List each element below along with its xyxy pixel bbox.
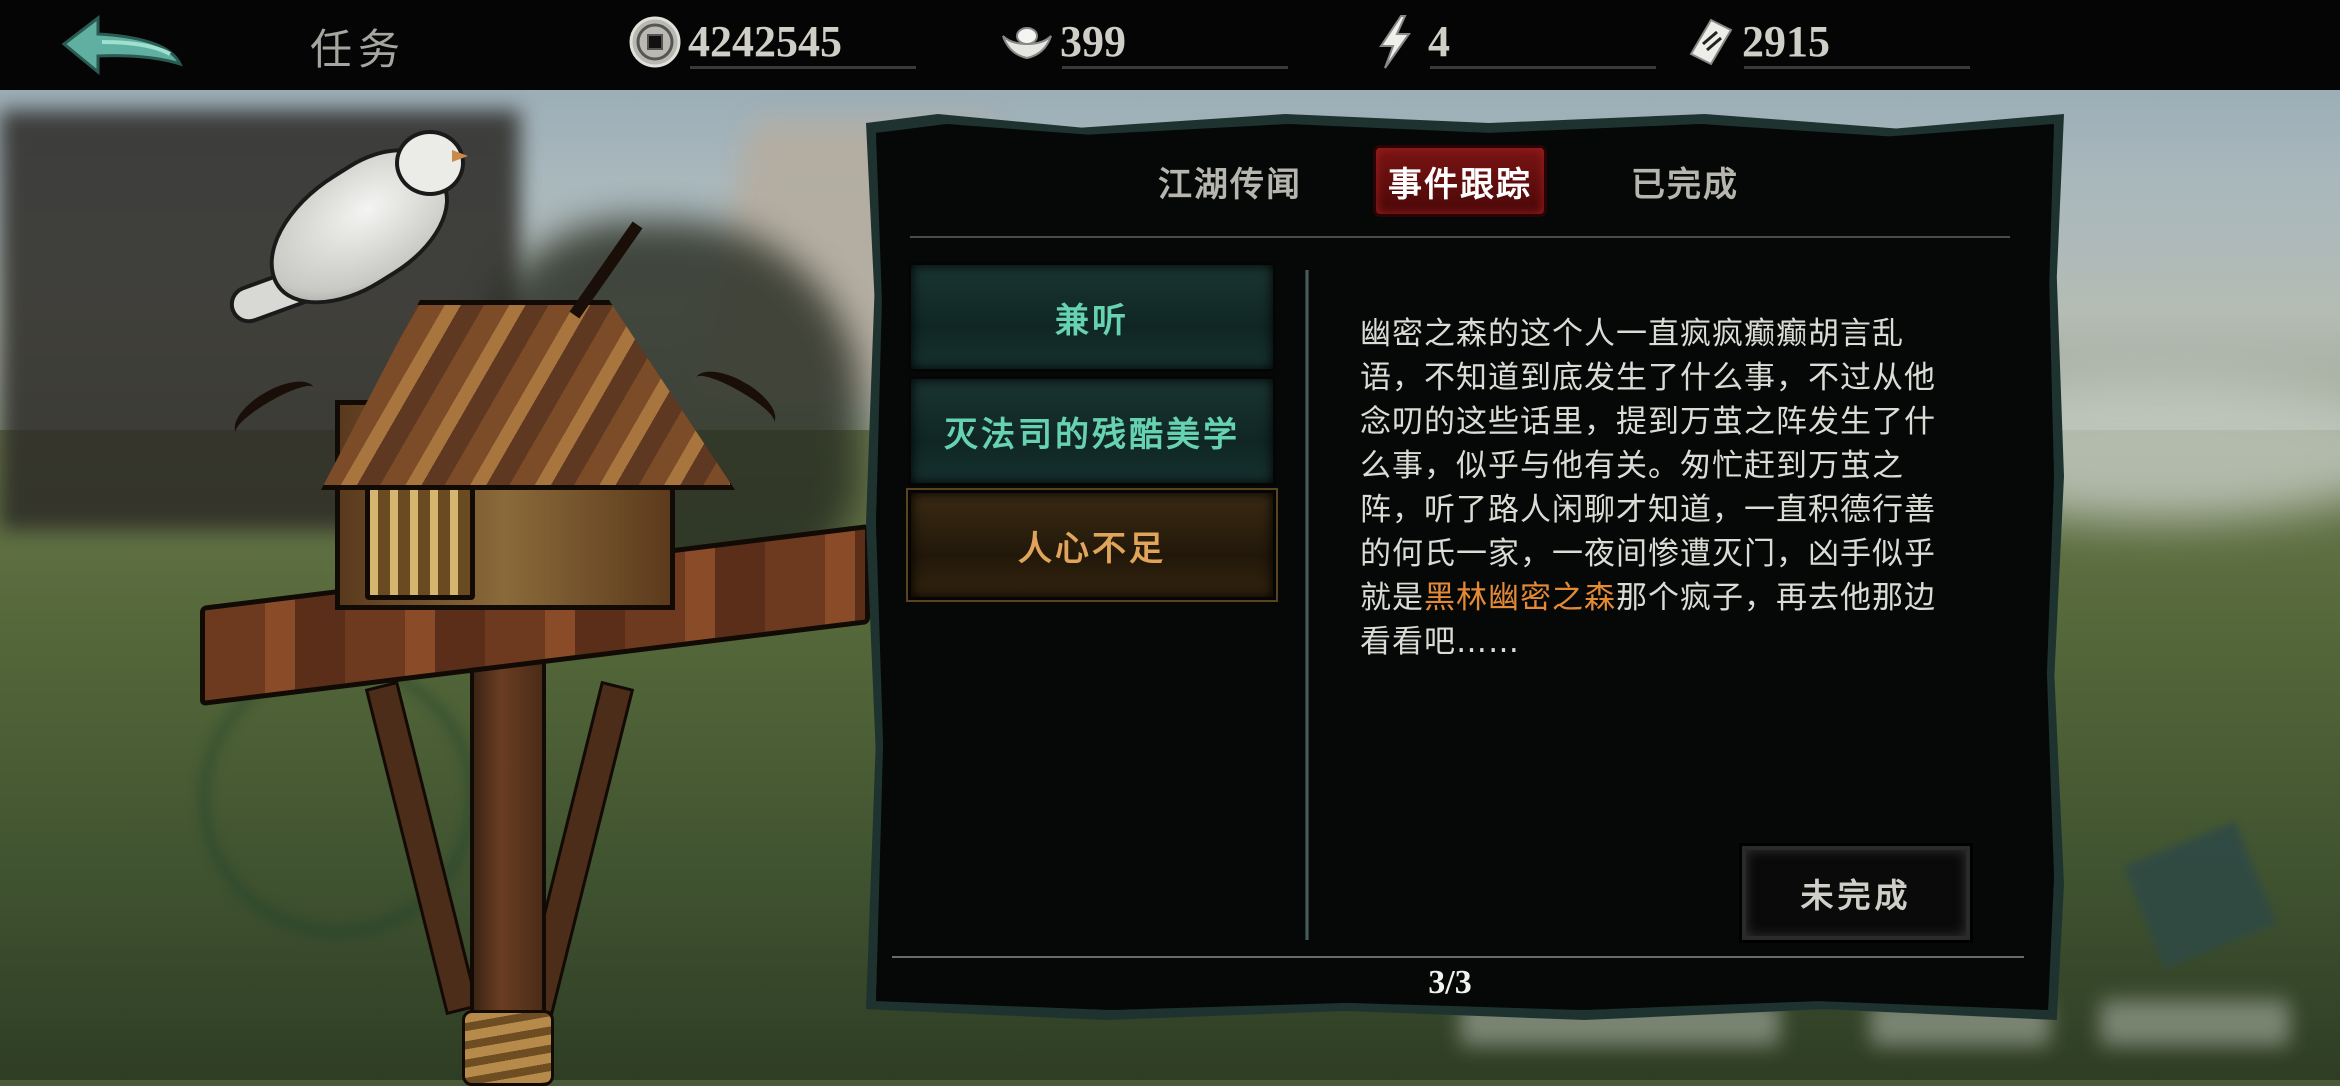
page-title: 任务 [310,25,407,74]
energy-value: 4 [1428,17,1450,66]
back-arrow-icon [61,14,183,76]
tickets-value: 2915 [1742,17,1830,66]
panel-divider [1305,270,1309,940]
quest-description: 幽密之森的这个人一直疯疯癫癫胡言乱语，不知道到底发生了什么事，不过从他念叨的这些… [1360,312,1960,664]
tab-completed[interactable]: 已完成 [1620,148,1750,214]
pigeon-head [395,130,465,196]
coins-underline [690,66,916,69]
bottom-divider [892,956,2024,958]
description-text: 幽密之森的这个人一直疯疯癫癫胡言乱语，不知道到底发生了什么事，不过从他念叨的这些… [1360,316,1936,616]
top-bar: 任务 4242545 399 4 2915 [0,0,2340,90]
silver-value: 399 [1060,17,1126,66]
rope-binding [462,1010,554,1086]
status-button[interactable]: 未完成 [1742,846,1970,940]
location-highlight: 黑林幽密之森 [1424,580,1616,616]
blurred-hint [2100,1000,2290,1046]
energy-underline [1430,66,1656,69]
quest-item-selected[interactable]: 人心不足 [908,490,1276,600]
quest-item[interactable]: 灭法司的残酷美学 [908,376,1276,486]
tab-rumors[interactable]: 江湖传闻 [1140,148,1320,214]
tab-event-tracking[interactable]: 事件跟踪 [1376,148,1544,214]
ticket-icon [1689,18,1733,66]
copper-coin-icon [629,16,681,68]
silver-underline [1062,66,1288,69]
tickets-underline [1744,66,1970,69]
quest-item[interactable]: 兼听 [908,262,1276,372]
lightning-icon [1379,15,1411,69]
coins-value: 4242545 [688,17,842,66]
silver-ingot-icon [1002,27,1052,60]
page-indicator: 3/3 [1428,964,1472,1001]
tabs-divider [910,236,2010,238]
back-button[interactable] [58,14,188,76]
pigeon-beak [452,150,468,162]
